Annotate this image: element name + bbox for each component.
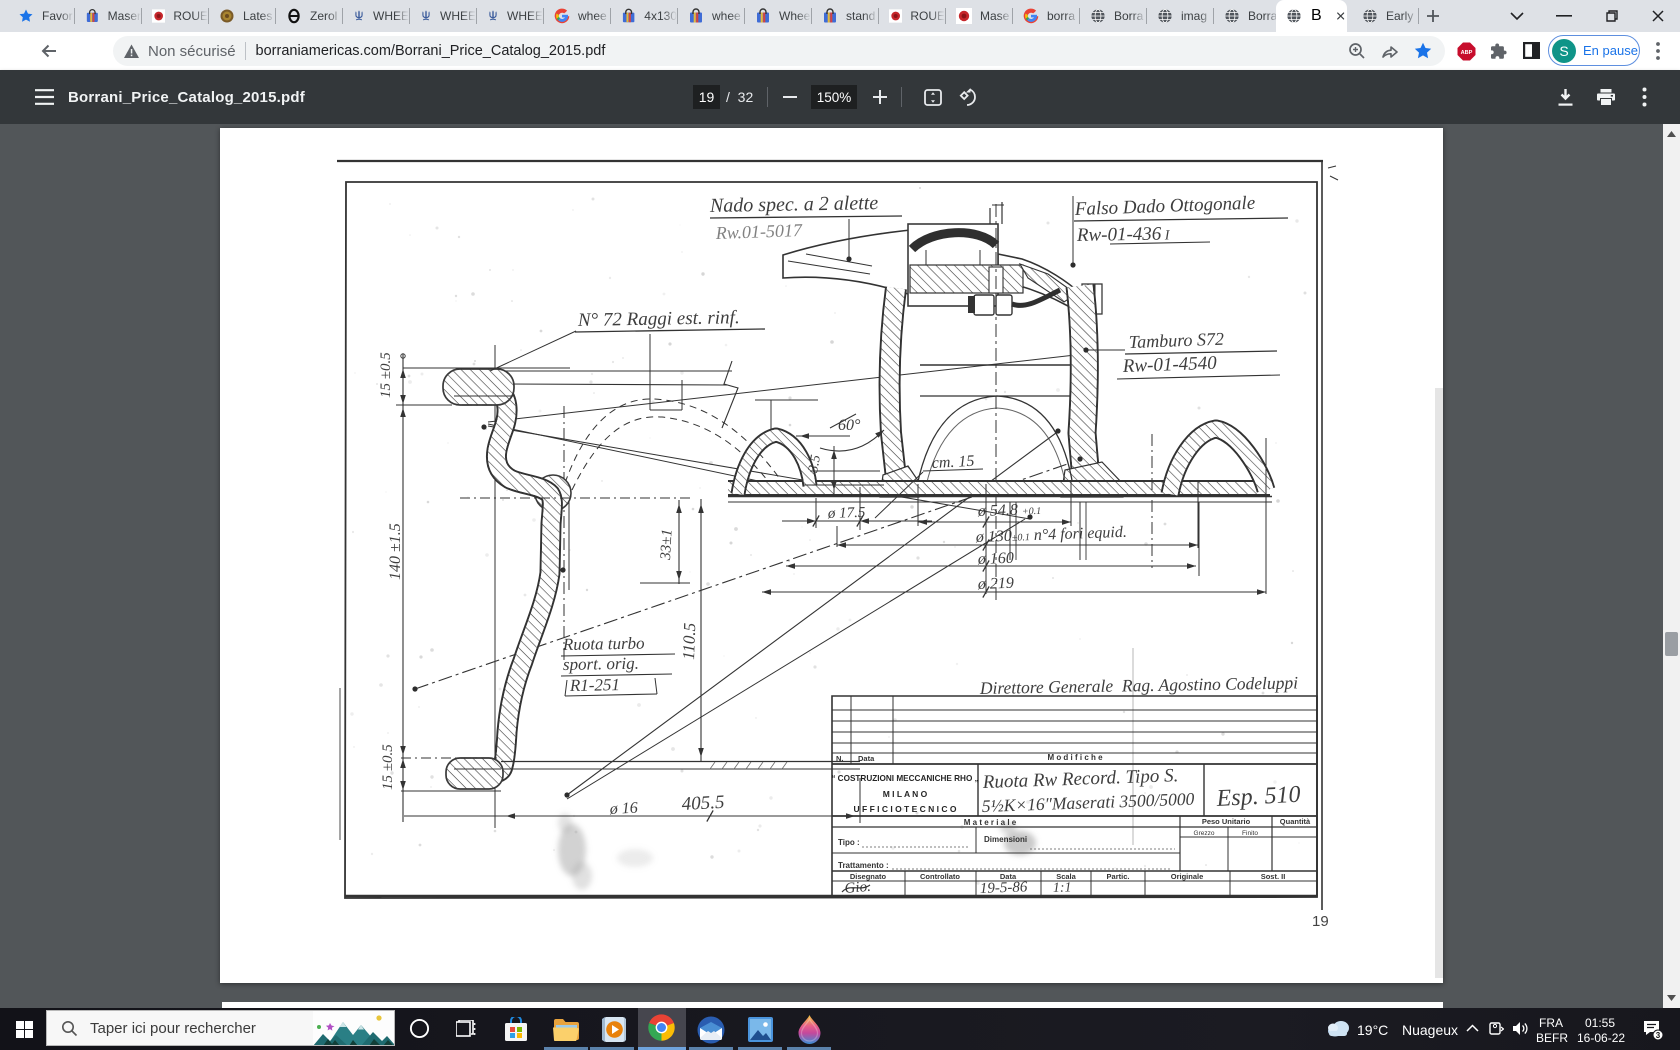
svg-text:Rw-01-4540: Rw-01-4540 (1121, 353, 1217, 377)
svg-text:“ COSTRUZIONI MECCANICHE RHO „: “ COSTRUZIONI MECCANICHE RHO „ (831, 774, 978, 783)
svg-text:Sost. II: Sost. II (1261, 872, 1286, 881)
svg-text:Ruota turbo: Ruota turbo (562, 634, 645, 654)
svg-text:5½K×16″Maserati 3500/5000: 5½K×16″Maserati 3500/5000 (981, 789, 1194, 816)
svg-text:ø 219: ø 219 (977, 575, 1015, 593)
svg-text:‌Nado spec. a 2 alette: ‌Nado spec. a 2 alette (709, 192, 879, 217)
svg-text:Quantità: Quantità (1280, 817, 1311, 826)
svg-text:19-5-86: 19-5-86 (980, 879, 1029, 897)
svg-text:Partic.: Partic. (1107, 872, 1130, 881)
svg-text:Controllato: Controllato (920, 872, 960, 881)
svg-text:33±1: 33±1 (658, 529, 676, 562)
svg-text:ø 130±0.1 n°4 fori equid.: ø 130±0.1 n°4 fori equid. (975, 524, 1128, 546)
svg-text:Rw.01-5017: Rw.01-5017 (714, 220, 803, 243)
svg-text:Falso Dado Ottogonale: Falso Dado Ottogonale (1073, 193, 1255, 220)
svg-text:sport. orig.: sport. orig. (563, 654, 639, 674)
svg-text:U F F I C I O T E C N I C O: U F F I C I O T E C N I C O (854, 804, 957, 814)
svg-text:ABP: ABP (1461, 50, 1473, 56)
svg-text:Peso Unitario: Peso Unitario (1202, 817, 1251, 826)
svg-text:Ruota Rw Record. Tipo S.: Ruota Rw Record. Tipo S. (981, 765, 1178, 793)
svg-text:cm. 15: cm. 15 (931, 453, 974, 472)
svg-text:60°: 60° (838, 417, 861, 434)
svg-text:Finito: Finito (1242, 830, 1258, 837)
svg-text:15 ±0.5: 15 ±0.5 (378, 352, 394, 398)
svg-text:15 ±0.5: 15 ±0.5 (380, 744, 396, 790)
svg-text:Tipo :: Tipo : (838, 838, 860, 847)
svg-text:ø 160: ø 160 (977, 550, 1015, 568)
svg-text:Direttore Generale Rag. Agost: Direttore Generale Rag. Agostino Codelup… (979, 672, 1299, 698)
svg-text:405.5: 405.5 (681, 792, 725, 815)
svg-text:ø 16: ø 16 (608, 800, 638, 818)
svg-text:Data: Data (858, 754, 875, 763)
svg-text:M o d i f i c h e: M o d i f i c h e (1047, 753, 1103, 762)
svg-text:R1-251: R1-251 (569, 675, 620, 695)
svg-text:N.: N. (836, 754, 844, 763)
svg-text:Originale: Originale (1171, 872, 1204, 881)
svg-text:M a t e r i a l e: M a t e r i a l e (964, 818, 1017, 827)
svg-text:140 ±1.5: 140 ±1.5 (387, 523, 404, 580)
svg-text:ø 17.5: ø 17.5 (827, 505, 867, 522)
svg-text:Trattamento :: Trattamento : (838, 861, 889, 870)
svg-text:3: 3 (1656, 1031, 1661, 1040)
svg-text:Grezzo: Grezzo (1194, 830, 1215, 837)
svg-text:N° 72 Raggi est. rinf.: N° 72 Raggi est. rinf. (577, 307, 740, 331)
svg-text:1:1: 1:1 (1053, 880, 1072, 896)
svg-text:Dimensioni: Dimensioni (984, 835, 1027, 844)
svg-text:110.5: 110.5 (679, 622, 699, 660)
svg-text:Tamburo S72: Tamburo S72 (1128, 329, 1224, 352)
svg-text:3.5: 3.5 (806, 454, 824, 475)
svg-text:M I L A N O: M I L A N O (883, 789, 928, 799)
svg-text:19: 19 (1312, 913, 1329, 930)
svg-text:Esp. 510: Esp. 510 (1215, 782, 1301, 812)
